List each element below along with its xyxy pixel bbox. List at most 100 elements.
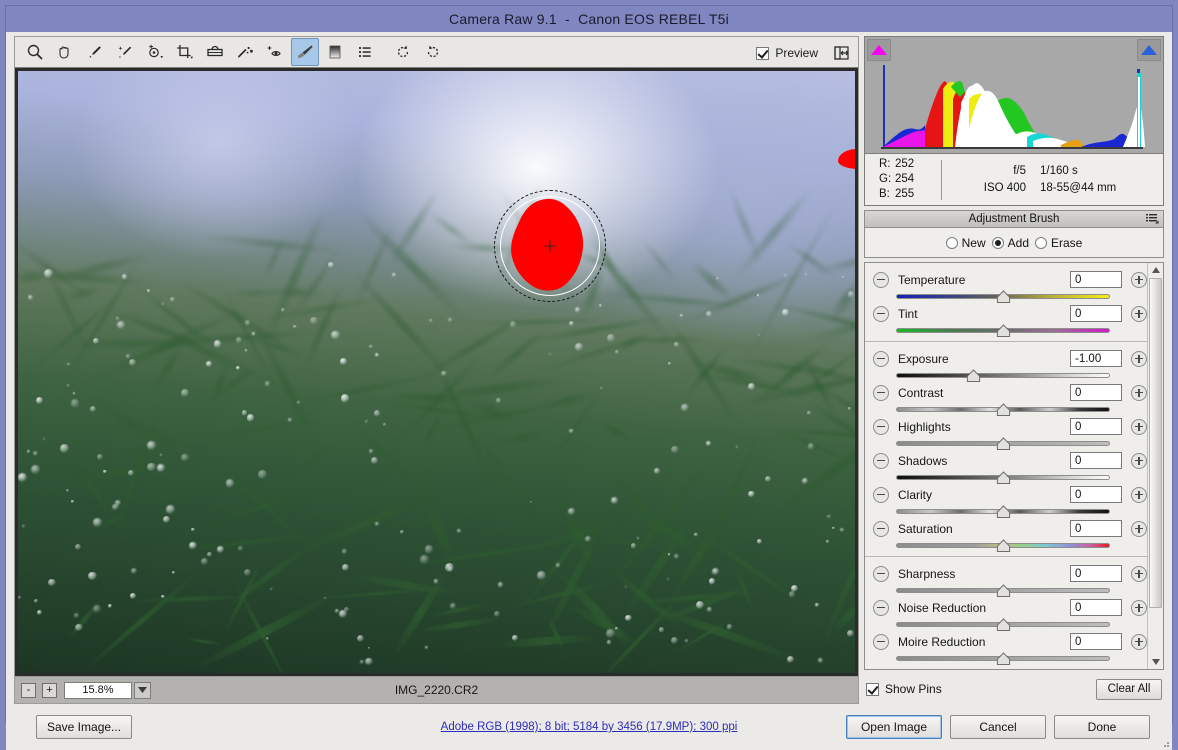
tint-slider-track[interactable] xyxy=(896,324,1110,337)
mode-erase-radio[interactable] xyxy=(1035,236,1047,249)
contrast-value-input[interactable]: 0 xyxy=(1070,384,1122,401)
resize-grip-icon[interactable] xyxy=(1160,738,1170,748)
shadows-decrease-button[interactable] xyxy=(873,452,889,469)
saturation-slider-track[interactable] xyxy=(896,539,1110,552)
tint-slider-thumb[interactable] xyxy=(996,324,1011,338)
temperature-slider-track[interactable] xyxy=(896,290,1110,303)
tint-value-input[interactable]: 0 xyxy=(1070,305,1122,322)
slider-row-tint: Tint 0 xyxy=(865,303,1147,324)
photo-preview[interactable] xyxy=(18,71,855,673)
rotate-counterclockwise-tool[interactable] xyxy=(389,38,417,66)
image-canvas[interactable] xyxy=(14,68,859,676)
brush-cursor xyxy=(494,190,606,302)
temperature-slider-thumb[interactable] xyxy=(996,290,1011,304)
shadows-increase-button[interactable] xyxy=(1131,452,1147,469)
mode-add[interactable]: Add xyxy=(991,236,1029,250)
slider-row-highlights: Highlights 0 xyxy=(865,416,1147,437)
sharpness-increase-button[interactable] xyxy=(1131,565,1147,582)
highlights-value-input[interactable]: 0 xyxy=(1070,418,1122,435)
noise-reduction-increase-button[interactable] xyxy=(1131,599,1147,616)
noise-reduction-decrease-button[interactable] xyxy=(873,599,889,616)
scrollbar-thumb[interactable] xyxy=(1149,278,1162,608)
tint-decrease-button[interactable] xyxy=(873,305,889,322)
clarity-slider-thumb[interactable] xyxy=(996,505,1011,519)
clarity-increase-button[interactable] xyxy=(1131,486,1147,503)
zoom-dropdown-chevron-icon[interactable] xyxy=(134,681,151,699)
moire-reduction-slider-track[interactable] xyxy=(896,652,1110,665)
contrast-decrease-button[interactable] xyxy=(873,384,889,401)
shadows-slider-track[interactable] xyxy=(896,471,1110,484)
moire-reduction-decrease-button[interactable] xyxy=(873,633,889,650)
highlights-decrease-button[interactable] xyxy=(873,418,889,435)
red-eye-removal-tool[interactable] xyxy=(261,38,289,66)
rgb-values: R: 252 G: 254 B: 255 xyxy=(865,157,941,202)
saturation-slider-thumb[interactable] xyxy=(996,539,1011,553)
color-sampler-tool[interactable] xyxy=(111,38,139,66)
sharpness-decrease-button[interactable] xyxy=(873,565,889,582)
white-balance-tool[interactable] xyxy=(81,38,109,66)
highlights-slider-thumb[interactable] xyxy=(996,437,1011,451)
contrast-increase-button[interactable] xyxy=(1131,384,1147,401)
exposure-decrease-button[interactable] xyxy=(873,350,889,367)
saturation-decrease-button[interactable] xyxy=(873,520,889,537)
fullscreen-toggle-icon[interactable] xyxy=(830,41,854,65)
exposure-slider-track[interactable] xyxy=(896,369,1110,382)
saturation-increase-button[interactable] xyxy=(1131,520,1147,537)
mode-new-radio[interactable] xyxy=(945,236,958,249)
adjustment-brush-tool[interactable] xyxy=(291,38,319,66)
targeted-adjustment-tool[interactable] xyxy=(141,38,169,66)
mode-add-radio[interactable] xyxy=(991,236,1004,249)
panel-menu-icon[interactable] xyxy=(1146,213,1159,228)
exposure-label: Exposure xyxy=(898,351,949,366)
rotate-clockwise-tool[interactable] xyxy=(419,38,447,66)
show-pins-checkbox[interactable] xyxy=(866,682,879,696)
zoom-level-value[interactable]: 15.8% xyxy=(64,681,132,699)
highlights-increase-button[interactable] xyxy=(1131,418,1147,435)
clarity-slider-track[interactable] xyxy=(896,505,1110,518)
mode-erase[interactable]: Erase xyxy=(1035,236,1082,250)
shadows-slider-thumb[interactable] xyxy=(996,471,1011,485)
sliders-scrollbar[interactable] xyxy=(1147,263,1163,669)
temperature-decrease-button[interactable] xyxy=(873,271,889,288)
exposure-increase-button[interactable] xyxy=(1131,350,1147,367)
straighten-tool[interactable] xyxy=(201,38,229,66)
zoom-tool[interactable] xyxy=(21,38,49,66)
moire-reduction-increase-button[interactable] xyxy=(1131,633,1147,650)
exposure-slider-thumb[interactable] xyxy=(966,369,981,383)
scroll-up-arrow-icon[interactable] xyxy=(1148,263,1163,277)
sharpness-slider-thumb[interactable] xyxy=(996,584,1011,598)
hand-tool[interactable] xyxy=(51,38,79,66)
scroll-down-arrow-icon[interactable] xyxy=(1148,655,1163,669)
clarity-value-input[interactable]: 0 xyxy=(1070,486,1122,503)
mode-new[interactable]: New xyxy=(945,236,986,250)
zoom-in-button[interactable]: + xyxy=(42,682,57,698)
zoom-out-button[interactable]: - xyxy=(21,682,36,698)
tint-increase-button[interactable] xyxy=(1131,305,1147,322)
saturation-value-input[interactable]: 0 xyxy=(1070,520,1122,537)
crop-tool[interactable] xyxy=(171,38,199,66)
clear-all-button[interactable]: Clear All xyxy=(1096,678,1162,700)
noise-reduction-slider-thumb[interactable] xyxy=(996,618,1011,632)
temperature-increase-button[interactable] xyxy=(1131,271,1147,288)
contrast-slider-thumb[interactable] xyxy=(996,403,1011,417)
noise-reduction-slider-track[interactable] xyxy=(896,618,1110,631)
moire-reduction-slider-thumb[interactable] xyxy=(996,652,1011,666)
preview-label: Preview xyxy=(775,46,818,60)
highlight-clipping-indicator[interactable] xyxy=(1137,39,1161,61)
presets-tool[interactable] xyxy=(351,38,379,66)
moire-reduction-value-input[interactable]: 0 xyxy=(1070,633,1122,650)
clarity-decrease-button[interactable] xyxy=(873,486,889,503)
shadows-value-input[interactable]: 0 xyxy=(1070,452,1122,469)
shadow-clipping-indicator[interactable] xyxy=(867,39,891,61)
preview-checkbox[interactable] xyxy=(756,46,770,60)
sharpness-value-input[interactable]: 0 xyxy=(1070,565,1122,582)
temperature-value-input[interactable]: 0 xyxy=(1070,271,1122,288)
workflow-options-link[interactable]: Adobe RGB (1998); 8 bit; 5184 by 3456 (1… xyxy=(6,721,1172,733)
contrast-slider-track[interactable] xyxy=(896,403,1110,416)
graduated-filter-tool[interactable] xyxy=(321,38,349,66)
sharpness-slider-track[interactable] xyxy=(896,584,1110,597)
spot-removal-tool[interactable] xyxy=(231,38,259,66)
exposure-value-input[interactable]: -1.00 xyxy=(1070,350,1122,367)
noise-reduction-value-input[interactable]: 0 xyxy=(1070,599,1122,616)
highlights-slider-track[interactable] xyxy=(896,437,1110,450)
